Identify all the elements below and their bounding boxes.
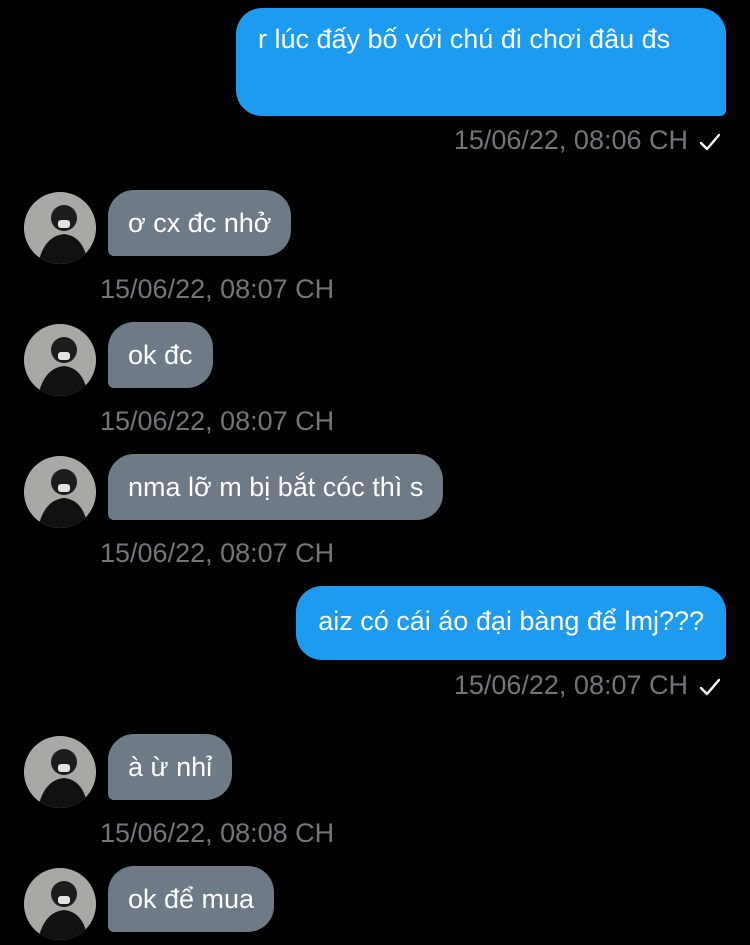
avatar[interactable] (24, 324, 96, 396)
avatar[interactable] (24, 456, 96, 528)
message-bubble-outgoing[interactable]: aiz có cái áo đại bàng để lmj??? (296, 586, 726, 660)
avatar[interactable] (24, 192, 96, 264)
message-bubble-incoming[interactable]: nma lỡ m bị bắt cóc thì s (108, 454, 444, 520)
check-icon (699, 678, 721, 696)
message-timestamp: 15/06/22, 08:07 CH (100, 406, 335, 436)
message-bubble-incoming[interactable]: à ừ nhỉ (108, 734, 233, 800)
avatar[interactable] (24, 736, 96, 808)
message-timestamp: 15/06/22, 08:07 CH (100, 274, 335, 304)
message-timestamp: 15/06/22, 08:07 CH (453, 670, 688, 700)
avatar[interactable] (24, 868, 96, 940)
message-bubble-incoming[interactable]: ok để mua (108, 866, 275, 932)
message-timestamp: 15/06/22, 08:07 CH (100, 538, 335, 568)
message-bubble-outgoing[interactable]: r lúc đấy bố với chú đi chơi đâu đs (236, 8, 726, 116)
message-timestamp: 15/06/22, 08:06 CH (453, 125, 688, 155)
check-icon (699, 133, 721, 151)
message-timestamp: 15/06/22, 08:08 CH (100, 818, 335, 848)
message-bubble-incoming[interactable]: ơ cx đc nhở (108, 190, 292, 256)
message-bubble-incoming[interactable]: ok đc (108, 322, 213, 388)
